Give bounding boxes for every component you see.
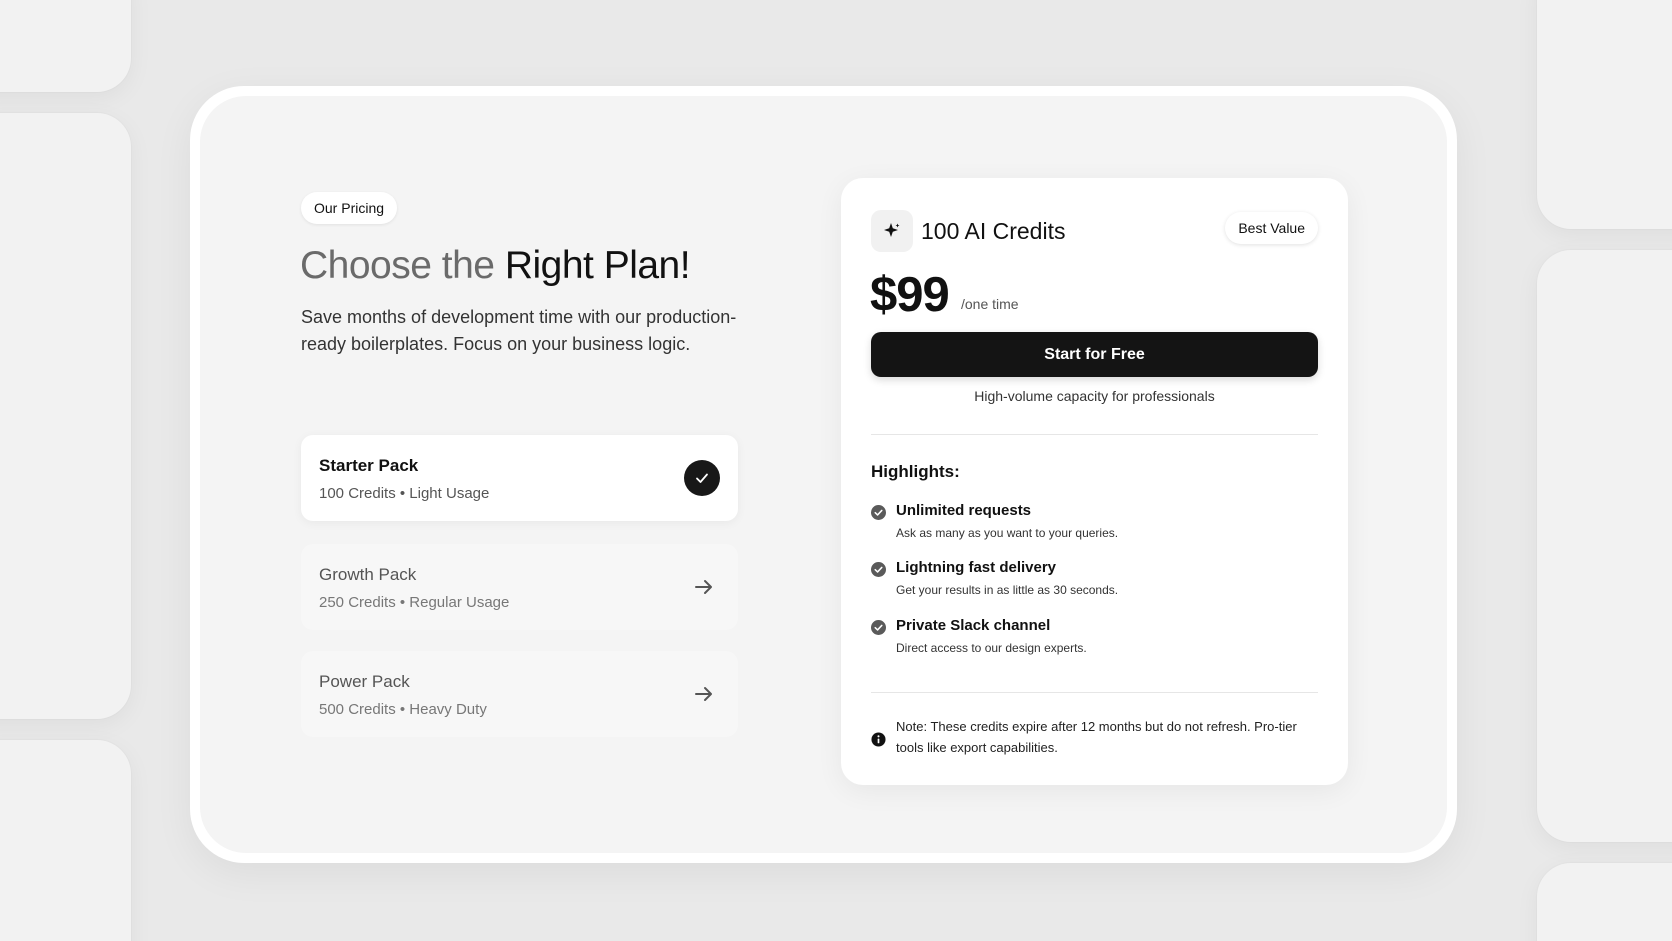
feature-desc: Ask as many as you want to your queries. bbox=[896, 526, 1119, 540]
feature-title: Lightning fast delivery bbox=[896, 559, 1057, 576]
arrow-right-icon bbox=[695, 580, 712, 594]
feature-title: Private Slack channel bbox=[896, 617, 1051, 634]
price-value: $99 bbox=[870, 268, 950, 322]
bg-tile-right-3 bbox=[1537, 863, 1672, 941]
plan-name: Power Pack bbox=[319, 672, 410, 691]
feature-desc: Direct access to our design experts. bbox=[896, 641, 1087, 655]
page-title-strong: Right Plan! bbox=[504, 244, 691, 287]
arrow-right-icon bbox=[695, 687, 712, 701]
feature-title: Unlimited requests bbox=[896, 502, 1032, 519]
note-text: Note: These credits expire after 12 mont… bbox=[896, 719, 1297, 755]
plan-name: Starter Pack bbox=[319, 456, 419, 475]
check-icon bbox=[684, 460, 720, 496]
divider bbox=[871, 434, 1318, 435]
plan-option-starter[interactable]: Starter Pack 100 Credits • Light Usage bbox=[301, 435, 738, 521]
feature-desc: Get your results in as little as 30 seco… bbox=[896, 583, 1119, 597]
plan-option-power[interactable]: Power Pack 500 Credits • Heavy Duty bbox=[301, 651, 738, 737]
page-title-muted: Choose the bbox=[300, 244, 505, 287]
bg-tile-right-1 bbox=[1537, 0, 1672, 229]
page-title: Choose the Right Plan! bbox=[300, 241, 691, 291]
check-circle-icon bbox=[871, 562, 886, 577]
plan-name: Growth Pack bbox=[319, 565, 417, 584]
page-subtitle: Save months of development time with our… bbox=[301, 307, 737, 354]
plan-detail-card: 100 AI Credits Best Value $99 /one time … bbox=[841, 178, 1348, 785]
bg-tile-left-2 bbox=[0, 113, 131, 719]
card-title: 100 AI Credits bbox=[921, 218, 1066, 244]
plan-detail: 100 Credits • Light Usage bbox=[319, 485, 490, 502]
bg-tile-right-2 bbox=[1537, 250, 1672, 842]
highlights-title: Highlights: bbox=[871, 462, 960, 481]
bg-tile-left-3 bbox=[0, 740, 131, 941]
divider bbox=[871, 692, 1318, 693]
sparkle-icon bbox=[871, 210, 913, 252]
plan-detail: 500 Credits • Heavy Duty bbox=[319, 701, 487, 718]
start-for-free-button[interactable]: Start for Free bbox=[871, 332, 1318, 377]
price-suffix: /one time bbox=[961, 296, 1019, 312]
pricing-pill: Our Pricing bbox=[301, 192, 398, 224]
best-value-badge: Best Value bbox=[1225, 212, 1318, 244]
plan-detail: 250 Credits • Regular Usage bbox=[319, 594, 510, 611]
check-circle-icon bbox=[871, 505, 886, 520]
plan-option-growth[interactable]: Growth Pack 250 Credits • Regular Usage bbox=[301, 544, 738, 630]
check-circle-icon bbox=[871, 620, 886, 635]
bg-tile-left-1 bbox=[0, 0, 131, 92]
info-icon bbox=[871, 732, 886, 747]
cta-caption: High-volume capacity for professionals bbox=[974, 388, 1215, 404]
